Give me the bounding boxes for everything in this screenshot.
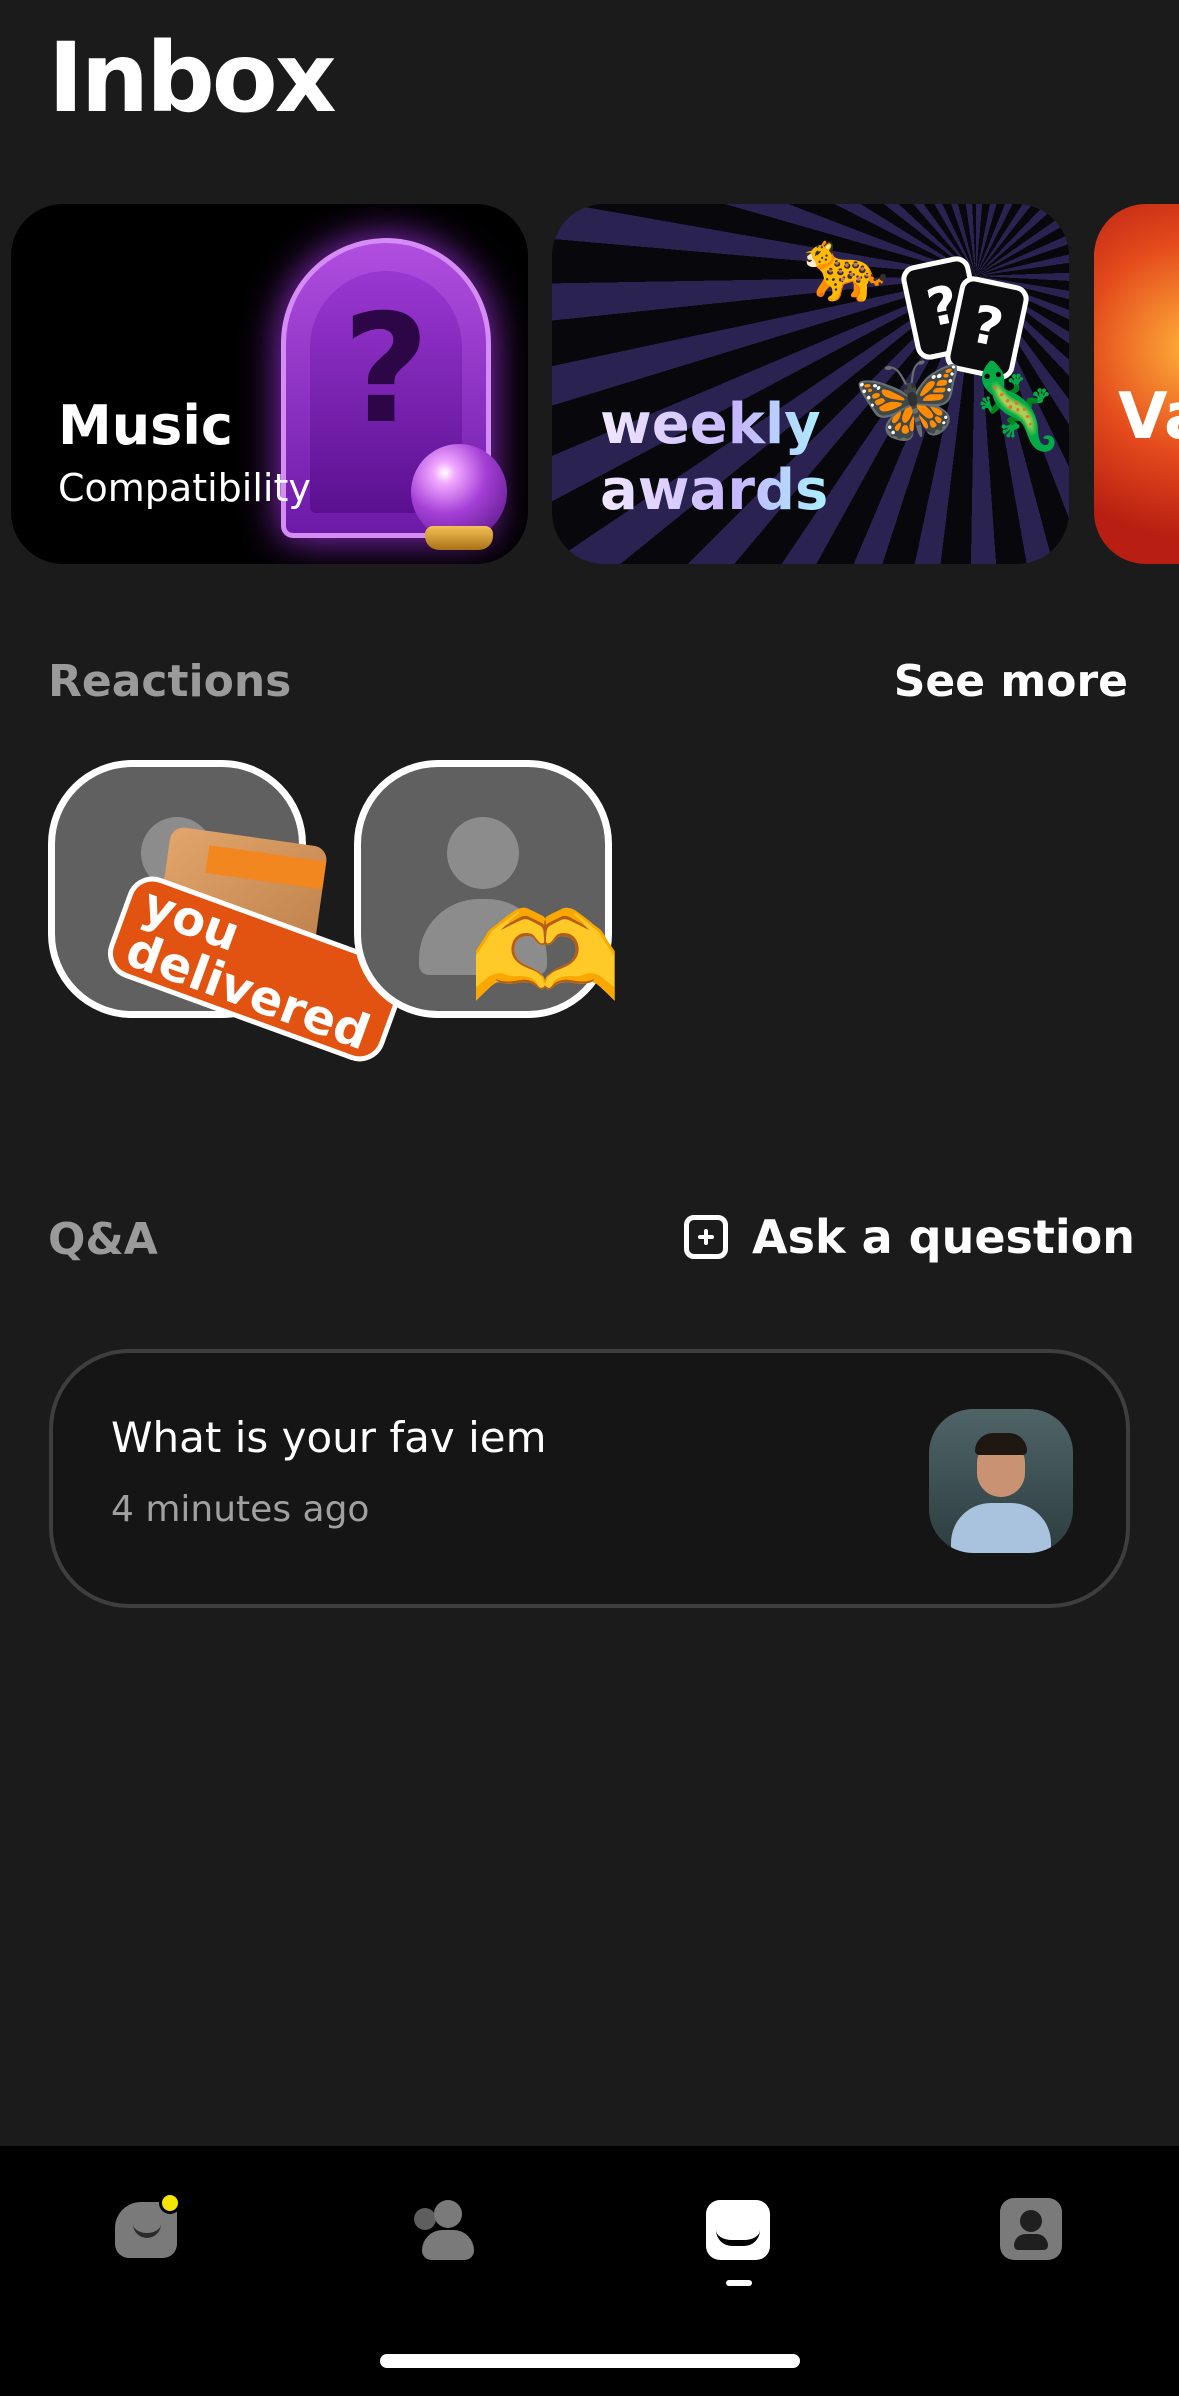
music-card-subtitle: Compatibility — [58, 466, 311, 510]
third-card-title: Va — [1118, 380, 1179, 454]
qa-question-text: What is your fav iem — [111, 1413, 547, 1462]
see-more-button[interactable]: See more — [894, 656, 1128, 707]
qa-item[interactable]: What is your fav iem 4 minutes ago — [49, 1349, 1130, 1608]
profile-icon — [1000, 2198, 1062, 2260]
qa-timestamp: 4 minutes ago — [111, 1489, 370, 1530]
weekly-awards-title: weekly awards — [600, 392, 829, 523]
heart-hands-icon: 🫶 — [468, 889, 623, 1027]
tab-home[interactable] — [115, 2192, 181, 2262]
weekly-awards-card[interactable]: 🐆 ? ? 🦋 🦎 weekly awards — [552, 204, 1069, 564]
butterfly-icon: 🦋 — [852, 349, 965, 449]
active-tab-indicator — [726, 2280, 752, 2286]
third-feature-card[interactable]: Va — [1094, 204, 1179, 564]
inbox-icon — [706, 2200, 770, 2260]
notification-badge — [159, 2192, 181, 2214]
crystal-ball-base — [425, 526, 493, 550]
home-indicator[interactable] — [380, 2354, 800, 2368]
tab-friends[interactable] — [410, 2198, 474, 2262]
plus-square-icon — [684, 1215, 728, 1259]
music-compatibility-card[interactable]: ? Music Compatibility — [11, 204, 528, 564]
feature-cards-carousel[interactable]: ? Music Compatibility 🐆 ? ? 🦋 🦎 weekly a… — [0, 204, 1179, 566]
ask-question-button[interactable]: Ask a question — [684, 1210, 1135, 1264]
qa-section-label: Q&A — [48, 1214, 158, 1265]
tab-profile[interactable] — [1000, 2198, 1064, 2262]
ask-question-label: Ask a question — [752, 1210, 1136, 1264]
tab-inbox[interactable] — [706, 2198, 770, 2286]
avatar[interactable] — [929, 1409, 1073, 1553]
page-title: Inbox — [48, 22, 337, 134]
avatar-placeholder-head — [447, 817, 519, 889]
leopard-icon: 🐆 — [802, 226, 890, 304]
reactions-section-label: Reactions — [48, 656, 292, 707]
lizard-icon: 🦎 — [962, 359, 1067, 453]
music-card-title: Music — [58, 394, 233, 457]
